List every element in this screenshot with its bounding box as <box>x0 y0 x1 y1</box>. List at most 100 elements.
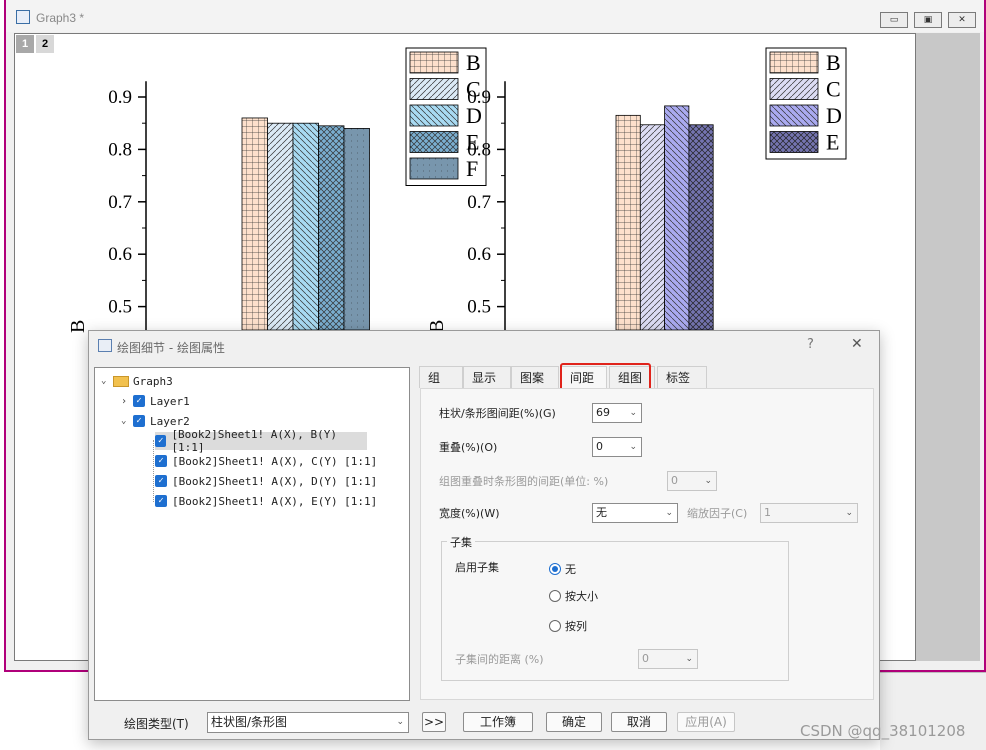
help-button[interactable]: ? <box>807 337 814 352</box>
chevron-down-icon: ⌄ <box>396 717 404 727</box>
overlap-value: 0 <box>596 440 603 453</box>
legend-swatch <box>769 51 819 74</box>
subset-distance-label: 子集间的距离 (%) <box>455 653 544 666</box>
radio-by-size[interactable]: 按大小 <box>549 588 598 604</box>
legend-swatch <box>409 131 459 153</box>
checkbox-icon[interactable]: ✓ <box>133 395 145 407</box>
tab-label[interactable]: 标签 <box>657 366 707 388</box>
gap-value: 69 <box>596 406 610 419</box>
bar-C <box>267 122 294 331</box>
radio-by-size-label: 按大小 <box>565 590 598 603</box>
y-tick-label: 0.7 <box>108 192 132 213</box>
tree-node-layer1[interactable]: › ✓ Layer1 <box>121 392 190 410</box>
y-tick-label: 0.8 <box>108 139 132 160</box>
plot-label: [Book2]Sheet1! A(X), D(Y) [1:1] <box>172 474 378 488</box>
legend-swatch <box>769 78 819 100</box>
chevron-down-icon: ⌄ <box>704 476 712 486</box>
tab-group[interactable]: 组 <box>419 366 463 388</box>
layer-label: Layer1 <box>150 394 190 408</box>
collapse-chevron-icon[interactable]: ⌄ <box>101 376 113 386</box>
cancel-button[interactable]: 取消 <box>611 712 667 732</box>
dialog-close-button[interactable]: ✕ <box>851 336 863 352</box>
chevron-down-icon: ⌄ <box>665 508 673 518</box>
gap-label: 柱状/条形图间距(%)(G) <box>439 407 556 420</box>
scale-combo[interactable]: 1 ⌄ <box>760 503 858 523</box>
dialog-title: 绘图细节 - 绘图属性 <box>117 341 225 355</box>
group-gap-label: 组图重叠时条形图的间距(单位: %) <box>439 475 609 488</box>
overlap-label: 重叠(%)(O) <box>439 441 498 454</box>
legend-label: B <box>466 50 481 75</box>
chevron-down-icon: ⌄ <box>629 442 637 452</box>
plot-type-combo[interactable]: 柱状图/条形图 ⌄ <box>207 712 409 733</box>
legend-label: D <box>826 103 842 128</box>
plot-tree[interactable]: ⌄ Graph3 › ✓ Layer1 ⌄ ✓ Layer2 ✓ [Book2]… <box>94 367 410 701</box>
radio-icon <box>549 620 561 632</box>
ok-button[interactable]: 确定 <box>546 712 602 732</box>
apply-button[interactable]: 应用(A) <box>677 712 735 732</box>
plot-type-value: 柱状图/条形图 <box>211 715 288 729</box>
y-tick-label: 0.5 <box>467 297 491 318</box>
width-value: 无 <box>596 506 607 519</box>
tree-plot-row[interactable]: ✓ [Book2]Sheet1! A(X), C(Y) [1:1] <box>155 452 377 470</box>
radio-by-column[interactable]: 按列 <box>549 618 587 634</box>
radio-icon <box>549 590 561 602</box>
checkbox-icon[interactable]: ✓ <box>155 475 167 487</box>
legend-swatch <box>409 78 459 100</box>
collapse-chevron-icon[interactable]: ⌄ <box>121 416 133 426</box>
checkbox-icon[interactable]: ✓ <box>133 415 145 427</box>
overlap-combo[interactable]: 0 ⌄ <box>592 437 642 457</box>
width-combo[interactable]: 无 ⌄ <box>592 503 678 523</box>
bar-E <box>318 125 345 331</box>
bar-B <box>615 114 641 331</box>
chart-1: 0.90.80.70.60.5BCDEFB <box>67 47 487 333</box>
tree-node-graph[interactable]: ⌄ Graph3 <box>101 372 173 390</box>
plot-label: [Book2]Sheet1! A(X), C(Y) [1:1] <box>172 454 378 468</box>
legend-swatch <box>769 131 819 153</box>
tab-display[interactable]: 显示 <box>463 366 511 388</box>
y-tick-label: 0.6 <box>108 244 132 265</box>
bar-D <box>292 122 319 331</box>
checkbox-icon[interactable]: ✓ <box>155 455 167 467</box>
chevron-down-icon: ⌄ <box>845 508 853 518</box>
checkbox-icon[interactable]: ✓ <box>155 495 167 507</box>
radio-none[interactable]: 无 <box>549 561 576 577</box>
dialog-app-icon <box>98 339 112 352</box>
bar-B <box>241 117 268 331</box>
tab-pattern[interactable]: 图案 <box>511 366 559 388</box>
y-tick-label: 0.7 <box>467 192 491 213</box>
y-axis-label: B <box>67 320 89 333</box>
gap-combo[interactable]: 69 ⌄ <box>592 403 642 423</box>
tree-plot-row[interactable]: ✓ [Book2]Sheet1! A(X), D(Y) [1:1] <box>155 472 377 490</box>
checkbox-icon[interactable]: ✓ <box>155 435 167 447</box>
plot-details-dialog[interactable]: 绘图细节 - 绘图属性 ? ✕ ⌄ Graph3 › ✓ Layer1 ⌄ ✓ … <box>88 330 880 740</box>
y-tick-label: 0.9 <box>108 87 132 108</box>
group-gap-combo[interactable]: 0 ⌄ <box>667 471 717 491</box>
enable-subset-label: 启用子集 <box>455 561 499 574</box>
y-tick-label: 0.8 <box>467 139 491 160</box>
tree-plot-row[interactable]: ✓ [Book2]Sheet1! A(X), B(Y) [1:1] <box>155 428 367 454</box>
expand-chevron-icon[interactable]: › <box>121 396 133 407</box>
plot-type-label: 绘图类型(T) <box>124 717 189 731</box>
chart-2: 0.90.80.70.60.5BCDEB <box>426 47 847 333</box>
plot-label: [Book2]Sheet1! A(X), E(Y) [1:1] <box>172 494 378 508</box>
plot-label: [Book2]Sheet1! A(X), B(Y) [1:1] <box>171 428 338 454</box>
subset-distance-combo[interactable]: 0 ⌄ <box>638 649 698 669</box>
legend-swatch <box>769 104 819 127</box>
bar-F <box>343 128 370 331</box>
subset-group-title: 子集 <box>447 534 475 550</box>
width-label: 宽度(%)(W) <box>439 507 500 520</box>
scale-value: 1 <box>764 506 771 519</box>
more-button[interactable]: >> <box>422 712 446 732</box>
bar-C <box>639 124 665 331</box>
legend-label: B <box>826 50 841 75</box>
spacing-tab-panel: 柱状/条形图间距(%)(G) 69 ⌄ 重叠(%)(O) 0 ⌄ 组图重叠时条形图的… <box>420 388 874 700</box>
legend-swatch <box>409 104 459 127</box>
scale-label: 缩放因子(C) <box>687 507 748 520</box>
legend-label: C <box>826 77 841 102</box>
watermark: CSDN @qq_38101208 <box>800 722 966 740</box>
radio-by-column-label: 按列 <box>565 620 587 633</box>
bar-E <box>688 124 714 331</box>
radio-selected-icon <box>549 563 561 575</box>
tree-plot-row[interactable]: ✓ [Book2]Sheet1! A(X), E(Y) [1:1] <box>155 492 377 510</box>
workbook-button[interactable]: 工作簿 <box>463 712 533 732</box>
